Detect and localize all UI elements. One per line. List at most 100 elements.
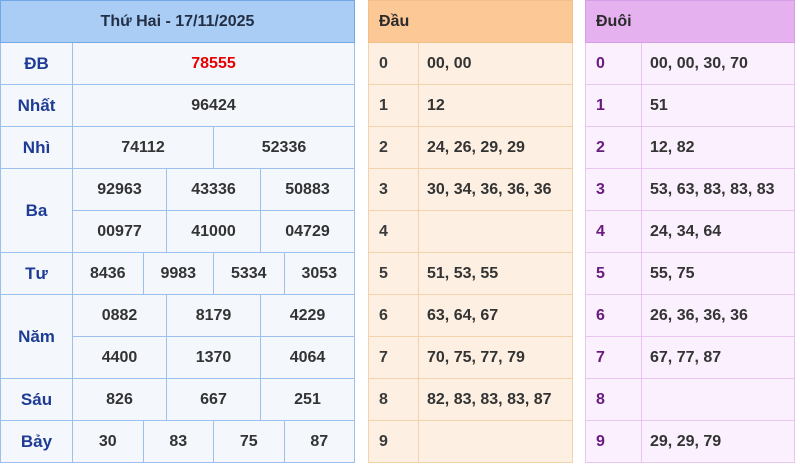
- prize-value: 04729: [260, 210, 355, 253]
- dau-row: 2 24, 26, 29, 29: [368, 126, 573, 169]
- prize-value: 52336: [213, 126, 355, 169]
- dau-row: 7 70, 75, 77, 79: [368, 336, 573, 379]
- duoi-value: 67, 77, 87: [641, 336, 795, 379]
- dau-row: 1 12: [368, 84, 573, 127]
- duoi-key: 7: [585, 336, 642, 379]
- dau-key: 5: [368, 252, 419, 295]
- dau-key: 1: [368, 84, 419, 127]
- duoi-value: 24, 34, 64: [641, 210, 795, 253]
- duoi-row: 1 51: [585, 84, 795, 127]
- dau-value: 82, 83, 83, 83, 87: [418, 378, 573, 421]
- dau-row: 8 82, 83, 83, 83, 87: [368, 378, 573, 421]
- prize-value: 43336: [166, 168, 261, 211]
- dau-key: 0: [368, 42, 419, 85]
- prize-row-nam: Năm 0882 8179 4229: [0, 294, 355, 379]
- prize-value: 826: [72, 378, 167, 421]
- prize-value: 667: [166, 378, 261, 421]
- duoi-value: 53, 63, 83, 83, 83: [641, 168, 795, 211]
- duoi-header: Đuôi: [585, 0, 795, 43]
- prize-row-nhi: Nhì 74112 52336: [0, 126, 355, 169]
- prize-value: 00977: [72, 210, 167, 253]
- prize-value: 87: [283, 420, 355, 463]
- duoi-key: 2: [585, 126, 642, 169]
- duoi-row: 6 26, 36, 36, 36: [585, 294, 795, 337]
- prize-value: 92963: [72, 168, 167, 211]
- dau-key: 9: [368, 420, 419, 463]
- prize-row-bay: Bảy 30 83 75 87: [0, 420, 355, 463]
- prize-label-tu: Tư: [0, 252, 73, 295]
- duoi-key: 9: [585, 420, 642, 463]
- prize-row-nhat: Nhất 96424: [0, 84, 355, 127]
- prize-row-tu: Tư 8436 9983 5334 3053: [0, 252, 355, 295]
- dau-key: 8: [368, 378, 419, 421]
- duoi-row: 8: [585, 378, 795, 421]
- dau-key: 3: [368, 168, 419, 211]
- duoi-table: Đuôi 0 00, 00, 30, 70 1 51 2 12, 82 3 53, 63…: [585, 0, 795, 463]
- duoi-row: 0 00, 00, 30, 70: [585, 42, 795, 85]
- dau-value: [418, 420, 573, 463]
- prize-label-nhat: Nhất: [0, 84, 73, 127]
- duoi-header-row: Đuôi: [585, 0, 795, 43]
- dau-value: 24, 26, 29, 29: [418, 126, 573, 169]
- duoi-value: 51: [641, 84, 795, 127]
- dau-value: 63, 64, 67: [418, 294, 573, 337]
- results-title: Thứ Hai - 17/11/2025: [0, 0, 355, 43]
- prize-value: 83: [142, 420, 214, 463]
- prize-value: 74112: [72, 126, 214, 169]
- prize-value: 3053: [283, 252, 355, 295]
- prize-value: 251: [260, 378, 355, 421]
- prize-value: 75: [213, 420, 285, 463]
- dau-row: 9: [368, 420, 573, 463]
- duoi-key: 1: [585, 84, 642, 127]
- duoi-value: [641, 378, 795, 421]
- duoi-key: 8: [585, 378, 642, 421]
- dau-value: [418, 210, 573, 253]
- dau-row: 0 00, 00: [368, 42, 573, 85]
- dau-key: 4: [368, 210, 419, 253]
- duoi-row: 2 12, 82: [585, 126, 795, 169]
- prize-label-sau: Sáu: [0, 378, 73, 421]
- dau-key: 2: [368, 126, 419, 169]
- duoi-key: 5: [585, 252, 642, 295]
- prize-value: 4229: [260, 294, 355, 337]
- prize-row-ba: Ba 92963 43336 50883: [0, 168, 355, 253]
- dau-value: 30, 34, 36, 36, 36: [418, 168, 573, 211]
- prize-value: 50883: [260, 168, 355, 211]
- duoi-row: 7 67, 77, 87: [585, 336, 795, 379]
- prize-label-bay: Bảy: [0, 420, 73, 463]
- prize-value: 8436: [72, 252, 144, 295]
- results-header-row: Thứ Hai - 17/11/2025: [0, 0, 355, 43]
- duoi-value: 12, 82: [641, 126, 795, 169]
- duoi-key: 3: [585, 168, 642, 211]
- prize-label-ba: Ba: [0, 168, 73, 253]
- dau-row: 3 30, 34, 36, 36, 36: [368, 168, 573, 211]
- duoi-value: 29, 29, 79: [641, 420, 795, 463]
- duoi-key: 0: [585, 42, 642, 85]
- dau-key: 6: [368, 294, 419, 337]
- dau-row: 6 63, 64, 67: [368, 294, 573, 337]
- prize-value-db: 78555: [72, 42, 355, 85]
- duoi-row: 4 24, 34, 64: [585, 210, 795, 253]
- prize-value: 96424: [72, 84, 355, 127]
- prize-value: 0882: [72, 294, 167, 337]
- prize-label-nam: Năm: [0, 294, 73, 379]
- duoi-row: 5 55, 75: [585, 252, 795, 295]
- duoi-row: 3 53, 63, 83, 83, 83: [585, 168, 795, 211]
- prize-label-nhi: Nhì: [0, 126, 73, 169]
- prize-value: 4400: [72, 336, 167, 379]
- duoi-key: 4: [585, 210, 642, 253]
- prize-value: 5334: [213, 252, 285, 295]
- prize-row-db: ĐB 78555: [0, 42, 355, 85]
- dau-value: 51, 53, 55: [418, 252, 573, 295]
- dau-table: Đầu 0 00, 00 1 12 2 24, 26, 29, 29 3 30, 34,…: [368, 0, 573, 463]
- prize-value: 41000: [166, 210, 261, 253]
- prize-value: 4064: [260, 336, 355, 379]
- dau-key: 7: [368, 336, 419, 379]
- dau-value: 70, 75, 77, 79: [418, 336, 573, 379]
- dau-header-row: Đầu: [368, 0, 573, 43]
- prize-value: 8179: [166, 294, 261, 337]
- prize-label-db: ĐB: [0, 42, 73, 85]
- duoi-value: 55, 75: [641, 252, 795, 295]
- dau-value: 12: [418, 84, 573, 127]
- prize-value: 9983: [142, 252, 214, 295]
